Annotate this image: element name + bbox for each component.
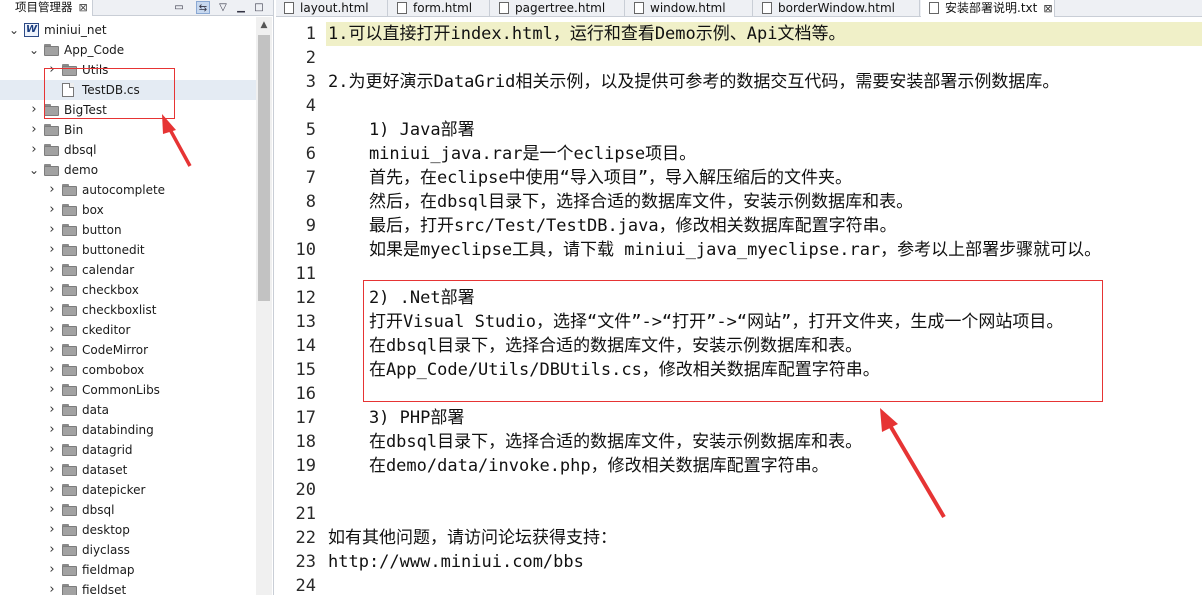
annotation-arrow-right	[880, 408, 946, 519]
annotation-arrow-left	[162, 114, 192, 167]
annotation-arrows	[162, 114, 946, 519]
